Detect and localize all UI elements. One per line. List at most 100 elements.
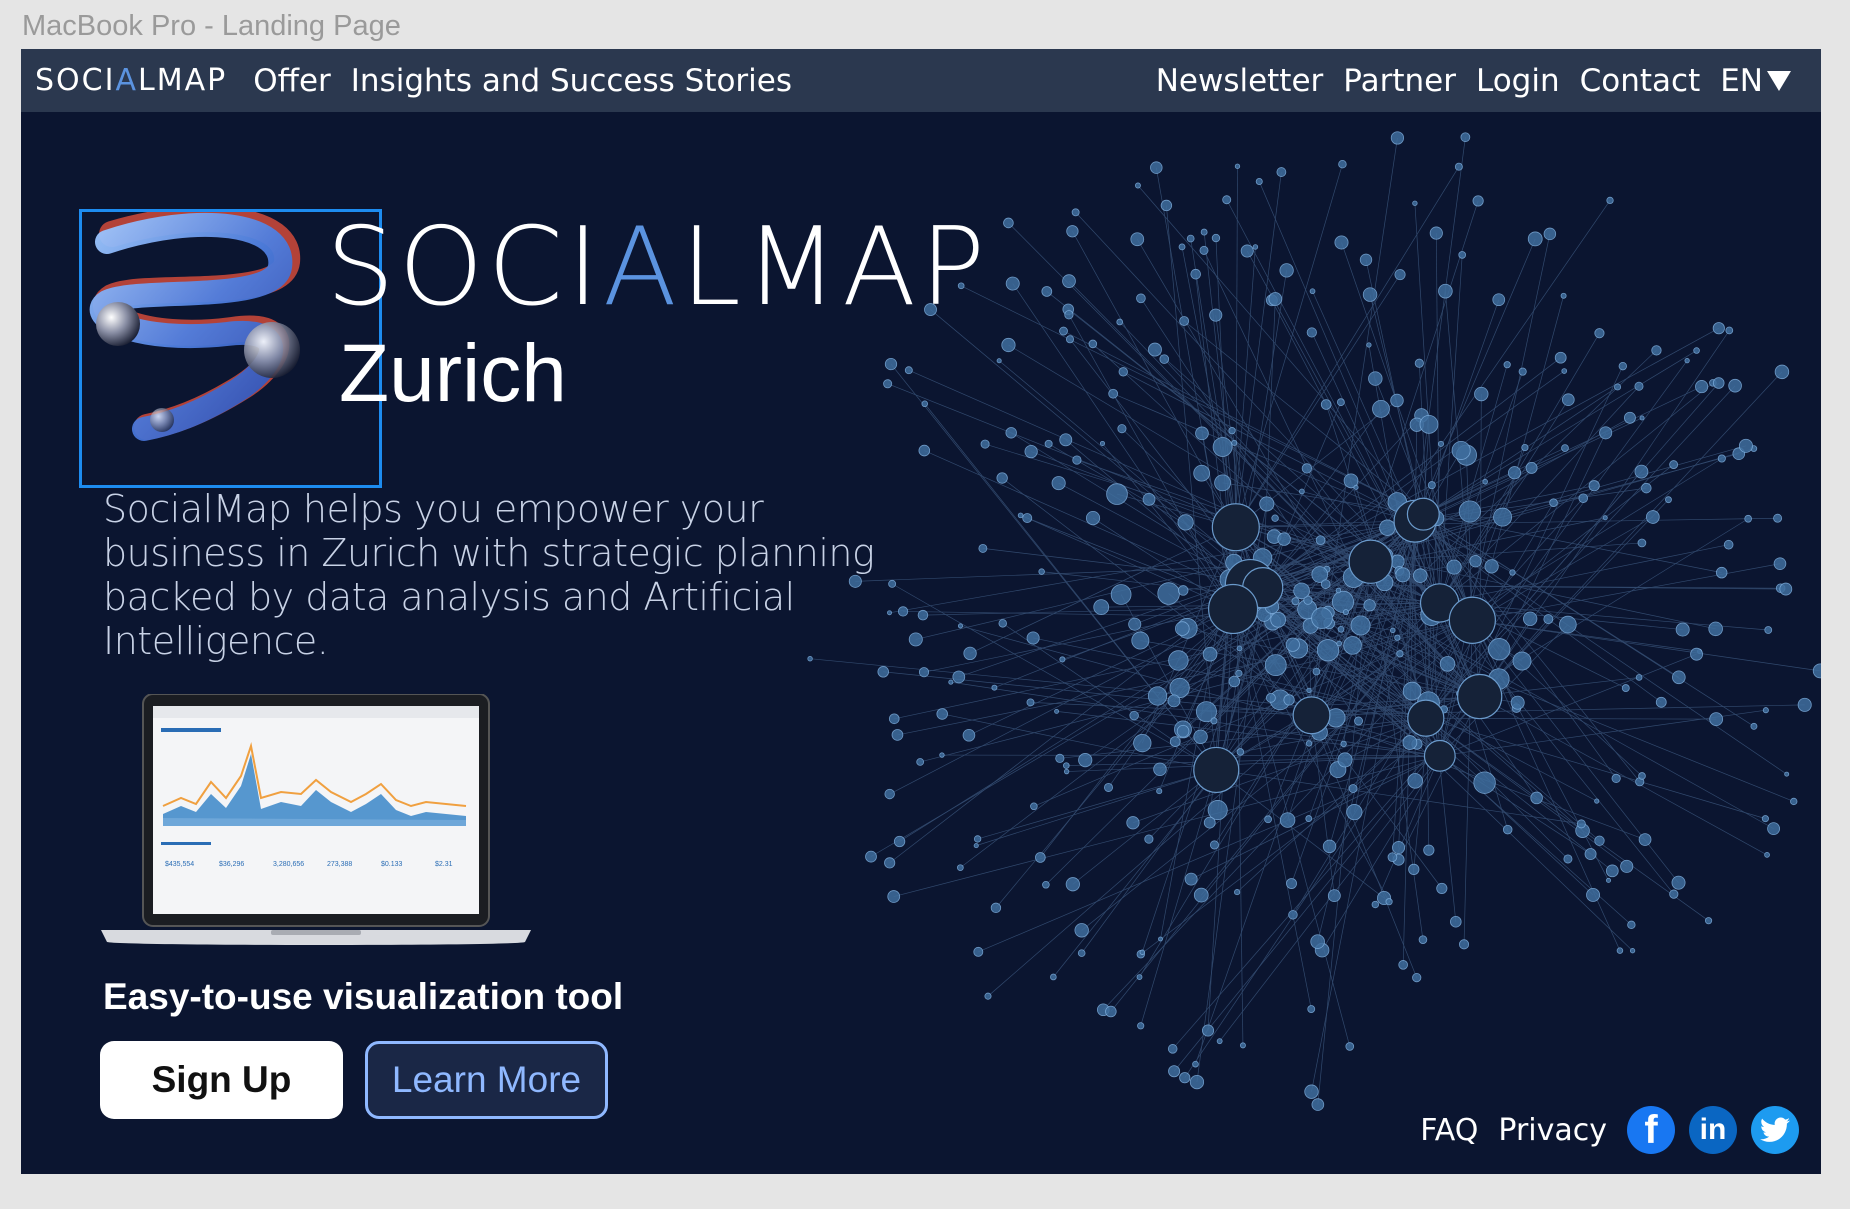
nav-link-offer[interactable]: Offer bbox=[253, 63, 331, 99]
network-node bbox=[1276, 167, 1287, 177]
network-node bbox=[1167, 694, 1181, 708]
network-node bbox=[1279, 812, 1296, 828]
network-edge bbox=[1271, 300, 1480, 697]
network-node bbox=[1050, 973, 1057, 981]
network-edge bbox=[1479, 394, 1482, 697]
network-node bbox=[1738, 438, 1753, 453]
network-node bbox=[1177, 514, 1194, 531]
network-node bbox=[1638, 833, 1652, 846]
network-node bbox=[1554, 351, 1567, 364]
network-node bbox=[1200, 228, 1208, 236]
linkedin-icon[interactable]: in bbox=[1689, 1106, 1737, 1154]
network-node bbox=[1035, 852, 1046, 863]
network-node bbox=[1429, 226, 1443, 240]
nav-link-partner[interactable]: Partner bbox=[1343, 63, 1456, 99]
svg-text:273,388: 273,388 bbox=[327, 861, 352, 868]
network-node bbox=[991, 684, 998, 691]
network-node bbox=[1337, 625, 1345, 633]
network-node bbox=[1207, 800, 1228, 821]
network-node bbox=[1459, 939, 1470, 950]
network-node bbox=[1715, 566, 1728, 579]
network-node bbox=[1439, 656, 1456, 672]
facebook-icon[interactable]: f bbox=[1627, 1106, 1675, 1154]
nav-logo[interactable]: SOCI A LMAP bbox=[35, 63, 227, 98]
hero-brand-title: SOCIALMAP bbox=[326, 214, 989, 322]
network-node bbox=[1184, 872, 1198, 886]
network-node bbox=[1427, 481, 1436, 490]
network-node bbox=[888, 713, 900, 725]
network-node bbox=[1088, 339, 1098, 349]
network-node bbox=[1065, 877, 1080, 892]
network-node bbox=[1283, 694, 1295, 706]
network-node bbox=[921, 400, 929, 408]
network-node bbox=[1767, 822, 1780, 836]
faq-link[interactable]: FAQ bbox=[1420, 1113, 1478, 1148]
network-node bbox=[1620, 859, 1634, 873]
svg-text:$435,554: $435,554 bbox=[165, 861, 194, 868]
network-node bbox=[1305, 740, 1313, 747]
network-node bbox=[1543, 614, 1554, 625]
network-node bbox=[1645, 510, 1660, 524]
sign-up-button[interactable]: Sign Up bbox=[100, 1041, 343, 1119]
network-node bbox=[1451, 440, 1471, 460]
network-node bbox=[1606, 877, 1612, 883]
network-node bbox=[1704, 917, 1713, 925]
twitter-icon[interactable] bbox=[1751, 1106, 1799, 1154]
nav-link-insights[interactable]: Insights and Success Stories bbox=[351, 63, 792, 99]
network-node bbox=[1259, 496, 1275, 512]
privacy-link[interactable]: Privacy bbox=[1498, 1113, 1607, 1148]
learn-more-button[interactable]: Learn More bbox=[365, 1041, 608, 1119]
network-node bbox=[1346, 804, 1363, 821]
nav-link-contact[interactable]: Contact bbox=[1580, 63, 1701, 99]
network-node bbox=[1412, 200, 1418, 206]
network-node bbox=[1458, 500, 1481, 523]
network-node bbox=[1335, 587, 1342, 594]
network-node bbox=[1621, 684, 1630, 692]
svg-text:$0.133: $0.133 bbox=[381, 861, 403, 868]
network-node bbox=[1605, 864, 1619, 878]
network-node bbox=[884, 357, 898, 371]
network-node bbox=[1561, 368, 1568, 374]
network-node bbox=[1192, 1060, 1199, 1068]
hero-city: Zurich bbox=[339, 328, 567, 419]
network-node bbox=[1169, 736, 1181, 747]
network-node bbox=[1167, 1044, 1178, 1054]
network-node bbox=[1671, 875, 1686, 890]
network-node bbox=[877, 666, 889, 678]
network-node bbox=[1099, 440, 1105, 446]
network-node bbox=[1336, 640, 1342, 647]
nav-link-login[interactable]: Login bbox=[1476, 63, 1560, 99]
nav-logo-text-pre: SOCI bbox=[35, 63, 116, 98]
network-node bbox=[1128, 617, 1142, 631]
network-hub bbox=[1292, 696, 1331, 735]
network-node bbox=[1693, 347, 1700, 354]
nav-link-newsletter[interactable]: Newsletter bbox=[1156, 63, 1324, 99]
network-node bbox=[1606, 196, 1614, 205]
language-selector[interactable]: EN bbox=[1720, 63, 1791, 99]
network-node bbox=[1285, 637, 1300, 652]
network-node bbox=[1655, 696, 1667, 708]
network-node bbox=[1105, 1005, 1117, 1018]
network-node bbox=[962, 728, 976, 742]
network-edge bbox=[1414, 203, 1440, 603]
network-node bbox=[1301, 463, 1312, 474]
network-node bbox=[1179, 316, 1190, 326]
chevron-down-icon bbox=[1767, 70, 1791, 91]
network-node bbox=[1493, 507, 1513, 527]
network-node bbox=[1288, 910, 1298, 920]
network-node bbox=[1618, 361, 1627, 371]
network-node bbox=[1201, 1024, 1215, 1037]
network-node bbox=[1337, 752, 1353, 768]
network-edge bbox=[1262, 298, 1276, 588]
network-node bbox=[1414, 358, 1424, 368]
network-edge bbox=[1068, 314, 1234, 610]
network-node bbox=[1189, 1074, 1205, 1090]
network-node bbox=[1586, 888, 1601, 902]
network-node bbox=[1316, 639, 1340, 662]
network-node bbox=[1394, 634, 1401, 641]
network-node bbox=[1231, 439, 1238, 446]
network-node bbox=[1669, 889, 1679, 899]
network-node bbox=[1148, 342, 1162, 357]
network-node bbox=[1584, 848, 1597, 861]
network-node bbox=[1363, 599, 1376, 612]
